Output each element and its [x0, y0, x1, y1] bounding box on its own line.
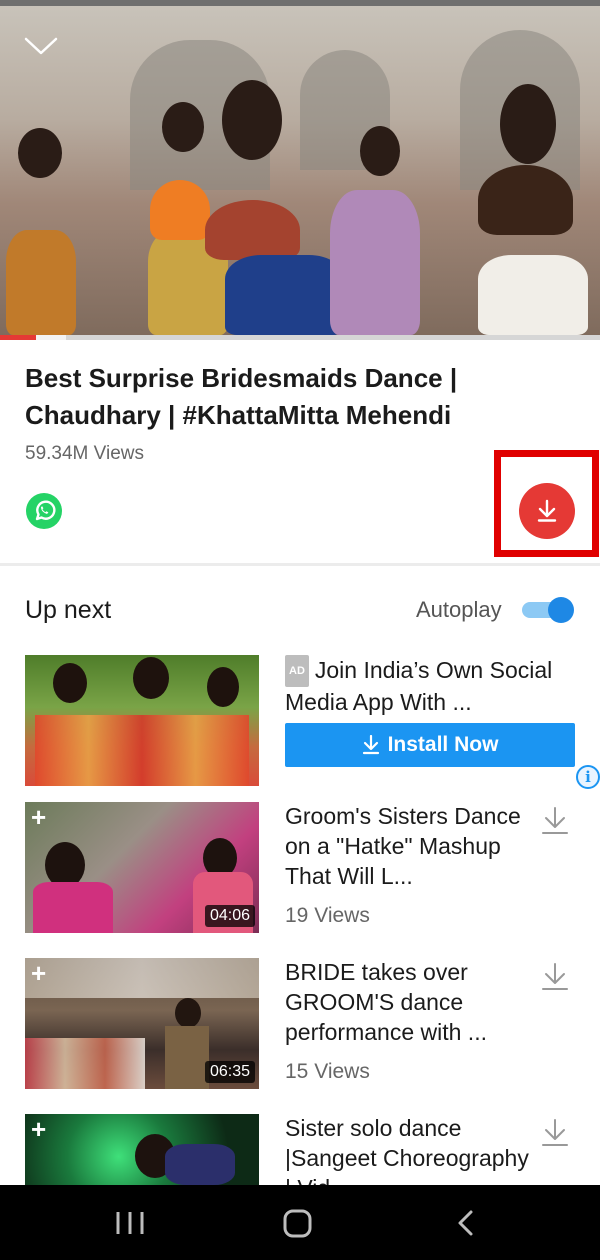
video-progress-fill	[0, 335, 36, 340]
download-icon	[537, 499, 557, 522]
info-icon[interactable]: i	[576, 765, 600, 789]
dancer-skirt	[330, 190, 420, 335]
ad-title[interactable]: AD Join India’s Own Social Media App With…	[285, 655, 575, 717]
system-nav-bar	[0, 1185, 600, 1260]
model-outfits	[35, 715, 249, 786]
venue-lights	[25, 958, 259, 998]
model-head	[207, 667, 239, 707]
model-head	[133, 657, 169, 699]
video-duration: 06:35	[204, 1061, 255, 1083]
dancer-outfit	[33, 882, 113, 933]
home-icon	[283, 1209, 312, 1238]
section-divider	[0, 563, 600, 566]
dancer-head	[500, 84, 556, 164]
video-title[interactable]: BRIDE takes over GROOM'S dance performan…	[285, 957, 535, 1047]
video-title[interactable]: Groom's Sisters Dance on a "Hatke" Mashu…	[285, 801, 535, 891]
autoplay-label: Autoplay	[416, 597, 502, 622]
whatsapp-icon	[35, 500, 56, 521]
dancer-head	[222, 80, 282, 160]
ad-title-text: Join India’s Own Social Media App With .…	[285, 657, 553, 715]
video-title: Best Surprise Bridesmaids Dance | Chaudh…	[25, 363, 458, 430]
dancer-head	[360, 126, 400, 176]
toggle-knob	[548, 597, 574, 623]
dancer-top	[478, 165, 573, 235]
plus-icon[interactable]: +	[31, 960, 46, 986]
autoplay-toggle[interactable]	[522, 597, 574, 623]
recent-apps-icon	[116, 1212, 144, 1234]
video-duration: 04:06	[204, 905, 255, 927]
back-icon	[458, 1210, 473, 1236]
groom-head	[175, 998, 201, 1028]
video-buffer-bar	[36, 335, 66, 340]
install-now-button[interactable]: Install Now	[285, 723, 575, 767]
ad-badge: AD	[285, 655, 309, 687]
dancer-top	[205, 200, 300, 260]
player-top-edge	[0, 0, 600, 6]
dancer-skirt	[6, 230, 76, 335]
video-views: 19 Views	[285, 904, 370, 927]
dancer-head	[162, 102, 204, 152]
chevron-down-icon[interactable]	[24, 36, 58, 56]
crowd-outfits	[25, 1038, 145, 1089]
video-views: 59.34M Views	[25, 443, 144, 464]
dancer-head	[18, 128, 62, 178]
home-button[interactable]	[258, 1185, 338, 1260]
download-icon[interactable]	[541, 806, 569, 836]
dancer-skirt	[478, 255, 588, 335]
up-next-heading: Up next	[25, 596, 112, 624]
model-head	[53, 663, 87, 703]
video-title[interactable]: Sister solo dance |Sangeet Choreography …	[285, 1113, 535, 1185]
video-progress-bar[interactable]	[0, 335, 600, 340]
back-button[interactable]	[425, 1185, 505, 1260]
video-player[interactable]	[0, 0, 600, 340]
dancer-outfit	[165, 1144, 235, 1185]
download-icon[interactable]	[541, 962, 569, 992]
download-icon[interactable]	[541, 1118, 569, 1148]
download-button[interactable]	[519, 483, 575, 539]
video-thumbnail[interactable]: +	[25, 1114, 259, 1185]
plus-icon[interactable]: +	[31, 804, 46, 830]
download-icon	[362, 735, 379, 755]
video-thumbnail[interactable]: + 04:06	[25, 802, 259, 933]
whatsapp-share-button[interactable]	[26, 493, 62, 529]
dancer-top	[150, 180, 210, 240]
groom-outfit	[165, 1026, 209, 1089]
ad-thumbnail[interactable]	[25, 655, 259, 786]
video-title-text: Sister solo dance |Sangeet Choreography …	[285, 1115, 529, 1185]
video-views: 15 Views	[285, 1060, 370, 1083]
recent-apps-button[interactable]	[90, 1185, 170, 1260]
plus-icon[interactable]: +	[31, 1116, 46, 1142]
install-now-label: Install Now	[387, 733, 499, 756]
dancer-skirt	[225, 255, 345, 335]
video-thumbnail[interactable]: + 06:35	[25, 958, 259, 1089]
